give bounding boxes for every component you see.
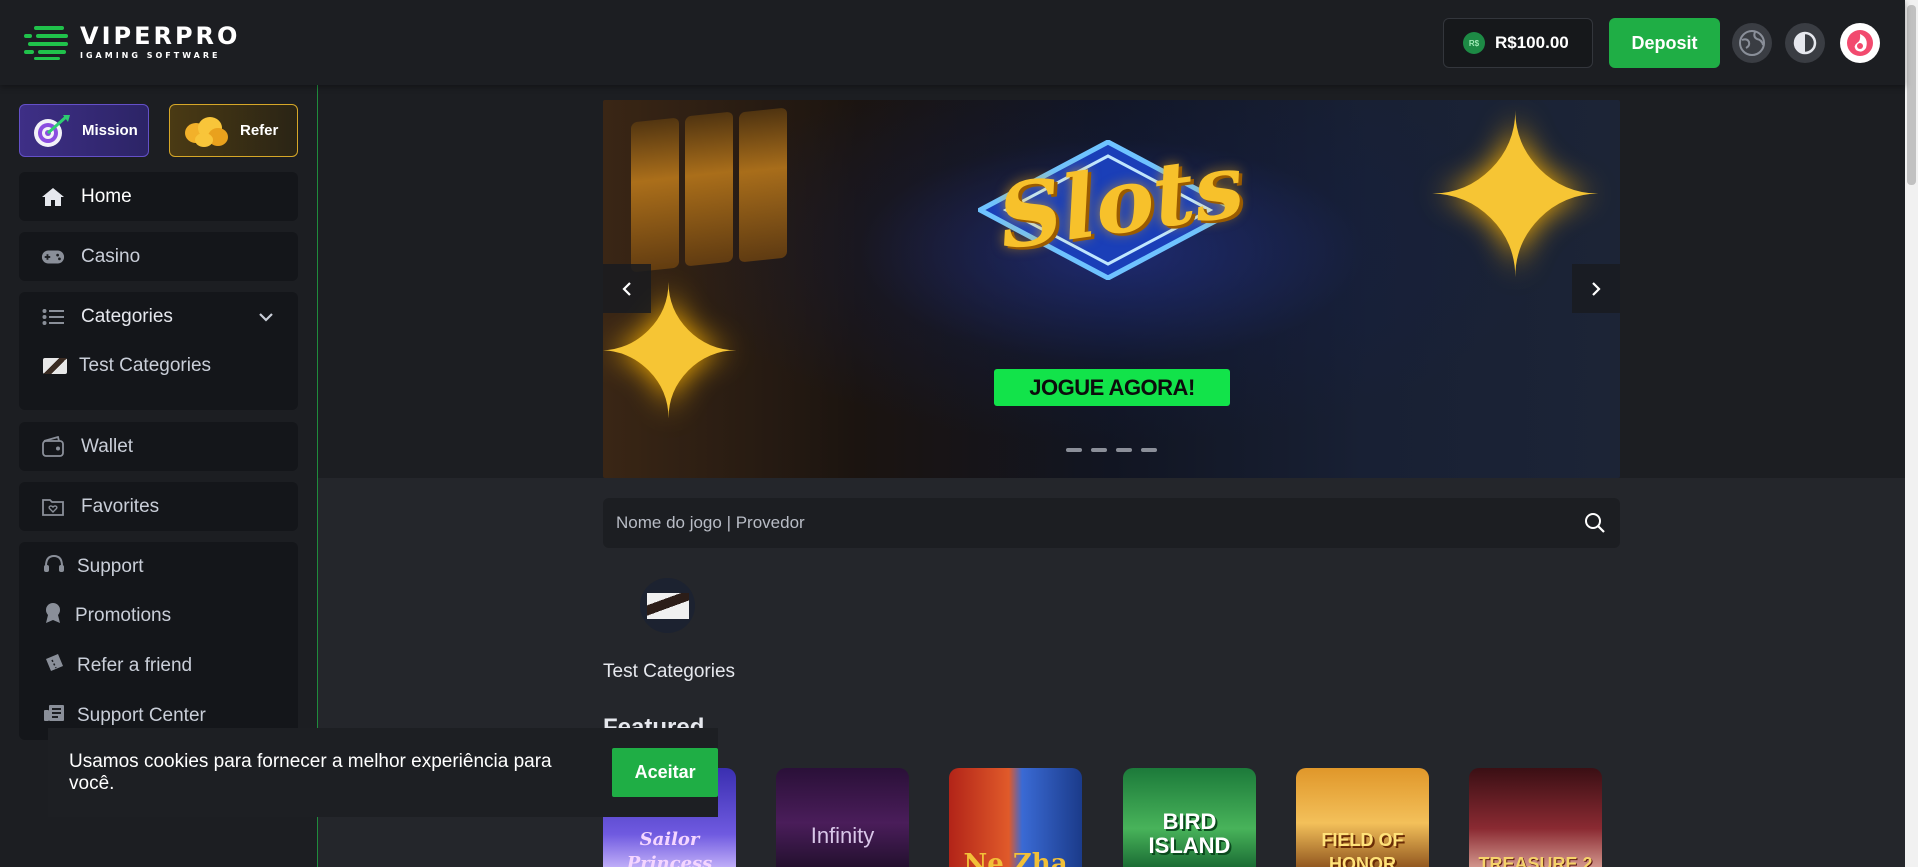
- game-title: Infinity: [810, 823, 875, 848]
- category-thumbnail-icon: [43, 357, 67, 374]
- carousel-dot[interactable]: [1141, 448, 1157, 452]
- nav-categories-box: Categories Test Categories: [19, 292, 298, 410]
- sidebar-item-label: Casino: [81, 245, 141, 267]
- sidebar-item-refer-a-friend[interactable]: Refer a friend: [19, 641, 298, 691]
- search-input[interactable]: [616, 513, 1570, 533]
- nav-wallet-box: Wallet: [19, 422, 298, 471]
- accept-cookies-button[interactable]: Aceitar: [612, 748, 718, 797]
- home-icon: [41, 187, 65, 207]
- nav-casino-box: Casino: [19, 232, 298, 281]
- page-scrollbar[interactable]: [1905, 0, 1918, 867]
- carousel-next-button[interactable]: [1572, 264, 1620, 313]
- game-card[interactable]: FIELD OF HONOR: [1296, 768, 1429, 867]
- language-globe-icon[interactable]: [1732, 23, 1772, 63]
- folder-heart-icon: [41, 497, 65, 517]
- wallet-icon: [41, 435, 65, 457]
- carousel-dot[interactable]: [1091, 448, 1107, 452]
- sidebar-item-casino[interactable]: Casino: [19, 232, 298, 281]
- game-card[interactable]: Ne Zha: [949, 768, 1082, 867]
- deposit-button[interactable]: Deposit: [1609, 18, 1720, 68]
- logo-title: VIPERPRO: [80, 21, 241, 50]
- cookie-message: Usamos cookies para fornecer a melhor ex…: [69, 750, 552, 794]
- game-title: TREASURE 2: [1478, 854, 1593, 867]
- sidebar-item-label: Categories: [81, 305, 173, 327]
- game-title: Sailor Princess: [626, 829, 713, 867]
- newspaper-icon: [43, 703, 65, 729]
- cookie-banner: Usamos cookies para fornecer a melhor ex…: [48, 728, 718, 817]
- sidebar-item-categories[interactable]: Categories: [19, 292, 298, 341]
- mission-label: Mission: [82, 122, 138, 139]
- sidebar-item-test-categories[interactable]: Test Categories: [19, 341, 298, 390]
- game-title: BIRD ISLAND: [1148, 809, 1231, 858]
- target-icon: [34, 114, 70, 147]
- list-icon: [41, 307, 65, 327]
- carousel-dot[interactable]: [1066, 448, 1082, 452]
- sidebar-item-home[interactable]: Home: [19, 172, 298, 221]
- game-card[interactable]: TREASURE 2: [1469, 768, 1602, 867]
- carousel-dot[interactable]: [1116, 448, 1132, 452]
- category-shortcut-label[interactable]: Test Categories: [603, 661, 735, 683]
- sidebar-item-wallet[interactable]: Wallet: [19, 422, 298, 471]
- sidebar-item-label: Home: [81, 185, 132, 207]
- category-thumbnail-icon: [646, 592, 689, 619]
- sidebar-item-label: Support Center: [77, 705, 206, 726]
- ticket-icon: [43, 653, 65, 679]
- viperpro-logo[interactable]: VIPERPRO IGAMING SOFTWARE: [24, 22, 240, 60]
- game-search-bar: [603, 498, 1620, 548]
- nav-support-box: Support Promotions Refer a friend Suppor…: [19, 542, 298, 740]
- award-icon: [43, 602, 63, 630]
- chevron-down-icon[interactable]: [258, 306, 274, 328]
- category-shortcut[interactable]: [640, 578, 695, 633]
- game-card[interactable]: BIRD ISLAND: [1123, 768, 1256, 867]
- game-card[interactable]: Infinity: [776, 768, 909, 867]
- coins-icon: [185, 116, 228, 147]
- play-now-button[interactable]: JOGUE AGORA!: [994, 369, 1230, 406]
- user-avatar[interactable]: [1840, 23, 1880, 63]
- scrollbar-thumb[interactable]: [1907, 5, 1916, 185]
- mission-button[interactable]: Mission: [19, 104, 149, 157]
- game-title: FIELD OF HONOR: [1321, 830, 1404, 867]
- carousel-indicators: [1066, 448, 1157, 452]
- gamepad-icon: [41, 247, 65, 267]
- nav-favorites-box: Favorites: [19, 482, 298, 531]
- sidebar-item-favorites[interactable]: Favorites: [19, 482, 298, 531]
- headset-icon: [43, 554, 65, 580]
- sidebar-item-label: Promotions: [75, 605, 172, 626]
- sidebar-item-label: Wallet: [81, 435, 134, 457]
- hero-banner[interactable]: ✦ ✦ Slots JOGUE AGORA!: [603, 100, 1620, 478]
- chevron-left-icon: [622, 281, 631, 296]
- sidebar-item-label: Favorites: [81, 495, 160, 517]
- game-title: Ne Zha: [963, 849, 1068, 867]
- chevron-right-icon: [1592, 281, 1601, 296]
- coin-icon: R$: [1463, 32, 1485, 54]
- sidebar-item-label: Support: [77, 555, 144, 577]
- refer-label: Refer: [240, 122, 279, 139]
- sidebar-item-promotions[interactable]: Promotions: [19, 591, 298, 641]
- sidebar-item-label: Refer a friend: [77, 655, 193, 676]
- nav-home-box: Home: [19, 172, 298, 221]
- balance-value: R$100.00: [1495, 33, 1569, 52]
- logo-mark-icon: [24, 22, 70, 60]
- refer-button[interactable]: Refer: [169, 104, 298, 157]
- balance-display[interactable]: R$ R$100.00: [1443, 18, 1593, 68]
- carousel-prev-button[interactable]: [603, 264, 651, 313]
- search-icon[interactable]: [1570, 512, 1620, 534]
- sidebar-item-support[interactable]: Support: [19, 542, 298, 591]
- sidebar-item-label: Test Categories: [79, 354, 212, 376]
- top-header: VIPERPRO IGAMING SOFTWARE R$ R$100.00 De…: [0, 0, 1905, 85]
- logo-subtitle: IGAMING SOFTWARE: [80, 50, 221, 60]
- theme-toggle-icon[interactable]: [1785, 23, 1825, 63]
